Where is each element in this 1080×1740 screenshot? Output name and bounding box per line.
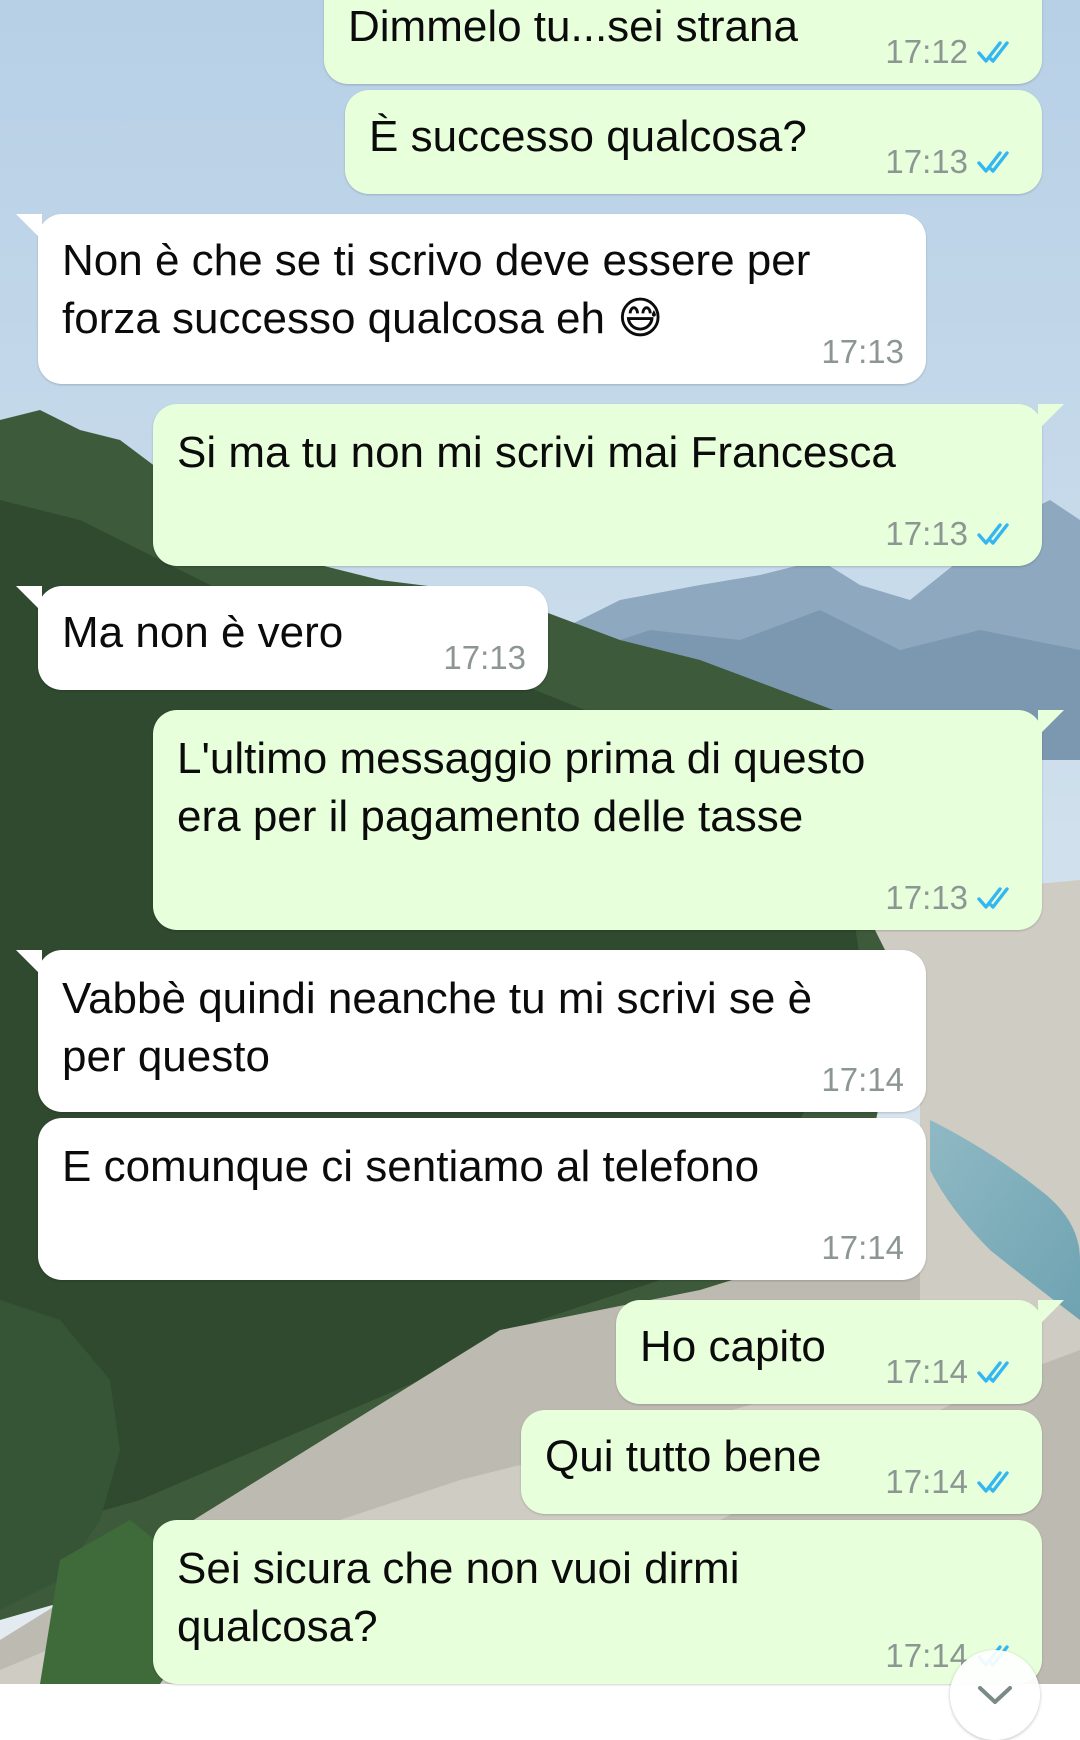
message-meta: 17:13 [821,332,904,372]
message-meta: 17:14 [885,1462,1020,1502]
message-meta: 17:13 [443,638,526,678]
read-receipt-icon [977,41,1009,63]
message-bubble-outgoing[interactable]: Qui tutto bene 17:14 [521,1410,1042,1514]
read-receipt-icon [977,1471,1009,1493]
message-bubble-outgoing[interactable]: Dimmelo tu...sei strana 17:12 [324,0,1042,84]
message-time: 17:13 [885,879,968,916]
message-text: Si ma tu non mi scrivi mai Francesca [177,428,896,477]
message-bubble-outgoing[interactable]: Ho capito 17:14 [616,1300,1064,1404]
message-time: 17:13 [885,515,968,552]
message-bubble-outgoing[interactable]: Si ma tu non mi scrivi mai Francesca 17:… [153,404,1064,566]
message-bubble-outgoing[interactable]: È successo qualcosa? 17:13 [345,90,1042,194]
message-time: 17:14 [885,1463,968,1500]
message-text: Non è che se ti scrivo deve essere per f… [62,236,811,343]
message-meta: 17:13 [885,514,1020,554]
message-meta: 17:14 [821,1060,904,1100]
message-text: Vabbè quindi neanche tu mi scrivi se è p… [62,974,813,1081]
message-text: L'ultimo messaggio prima di questo era p… [177,734,866,841]
message-meta: 17:14 [885,1352,1020,1392]
message-time: 17:12 [885,33,968,70]
message-bubble-outgoing[interactable]: L'ultimo messaggio prima di questo era p… [153,710,1064,930]
message-text: Ho capito [640,1322,826,1371]
chevron-down-icon [978,1686,1012,1704]
message-text: Dimmelo tu...sei strana [348,2,798,51]
message-text: E comunque ci sentiamo al telefono [62,1142,760,1191]
message-bubble-incoming[interactable]: Ma non è vero 17:13 [16,586,548,690]
read-receipt-icon [977,151,1009,173]
message-bubble-outgoing[interactable]: Sei sicura che non vuoi dirmi qualcosa? … [153,1520,1042,1684]
message-time: 17:13 [443,639,526,676]
message-bubble-incoming[interactable]: Vabbè quindi neanche tu mi scrivi se è p… [16,950,926,1112]
message-text: È successo qualcosa? [369,112,807,161]
message-meta: 17:14 [821,1228,904,1268]
message-meta: 17:13 [885,142,1020,182]
message-time: 17:14 [821,1061,904,1098]
message-text: Ma non è vero [62,608,344,657]
read-receipt-icon [977,523,1009,545]
read-receipt-icon [977,887,1009,909]
message-text: Qui tutto bene [545,1432,822,1481]
message-time: 17:14 [821,1229,904,1266]
message-time: 17:13 [885,143,968,180]
read-receipt-icon [977,1361,1009,1383]
message-text: Sei sicura che non vuoi dirmi qualcosa? [177,1544,740,1651]
scroll-to-bottom-button[interactable] [950,1650,1040,1740]
message-time: 17:13 [821,333,904,370]
message-meta: 17:13 [885,878,1020,918]
message-bubble-incoming[interactable]: E comunque ci sentiamo al telefono 17:14 [38,1118,926,1280]
message-time: 17:14 [885,1353,968,1390]
message-meta: 17:12 [885,32,1020,72]
message-bubble-incoming[interactable]: Non è che se ti scrivo deve essere per f… [16,214,926,384]
